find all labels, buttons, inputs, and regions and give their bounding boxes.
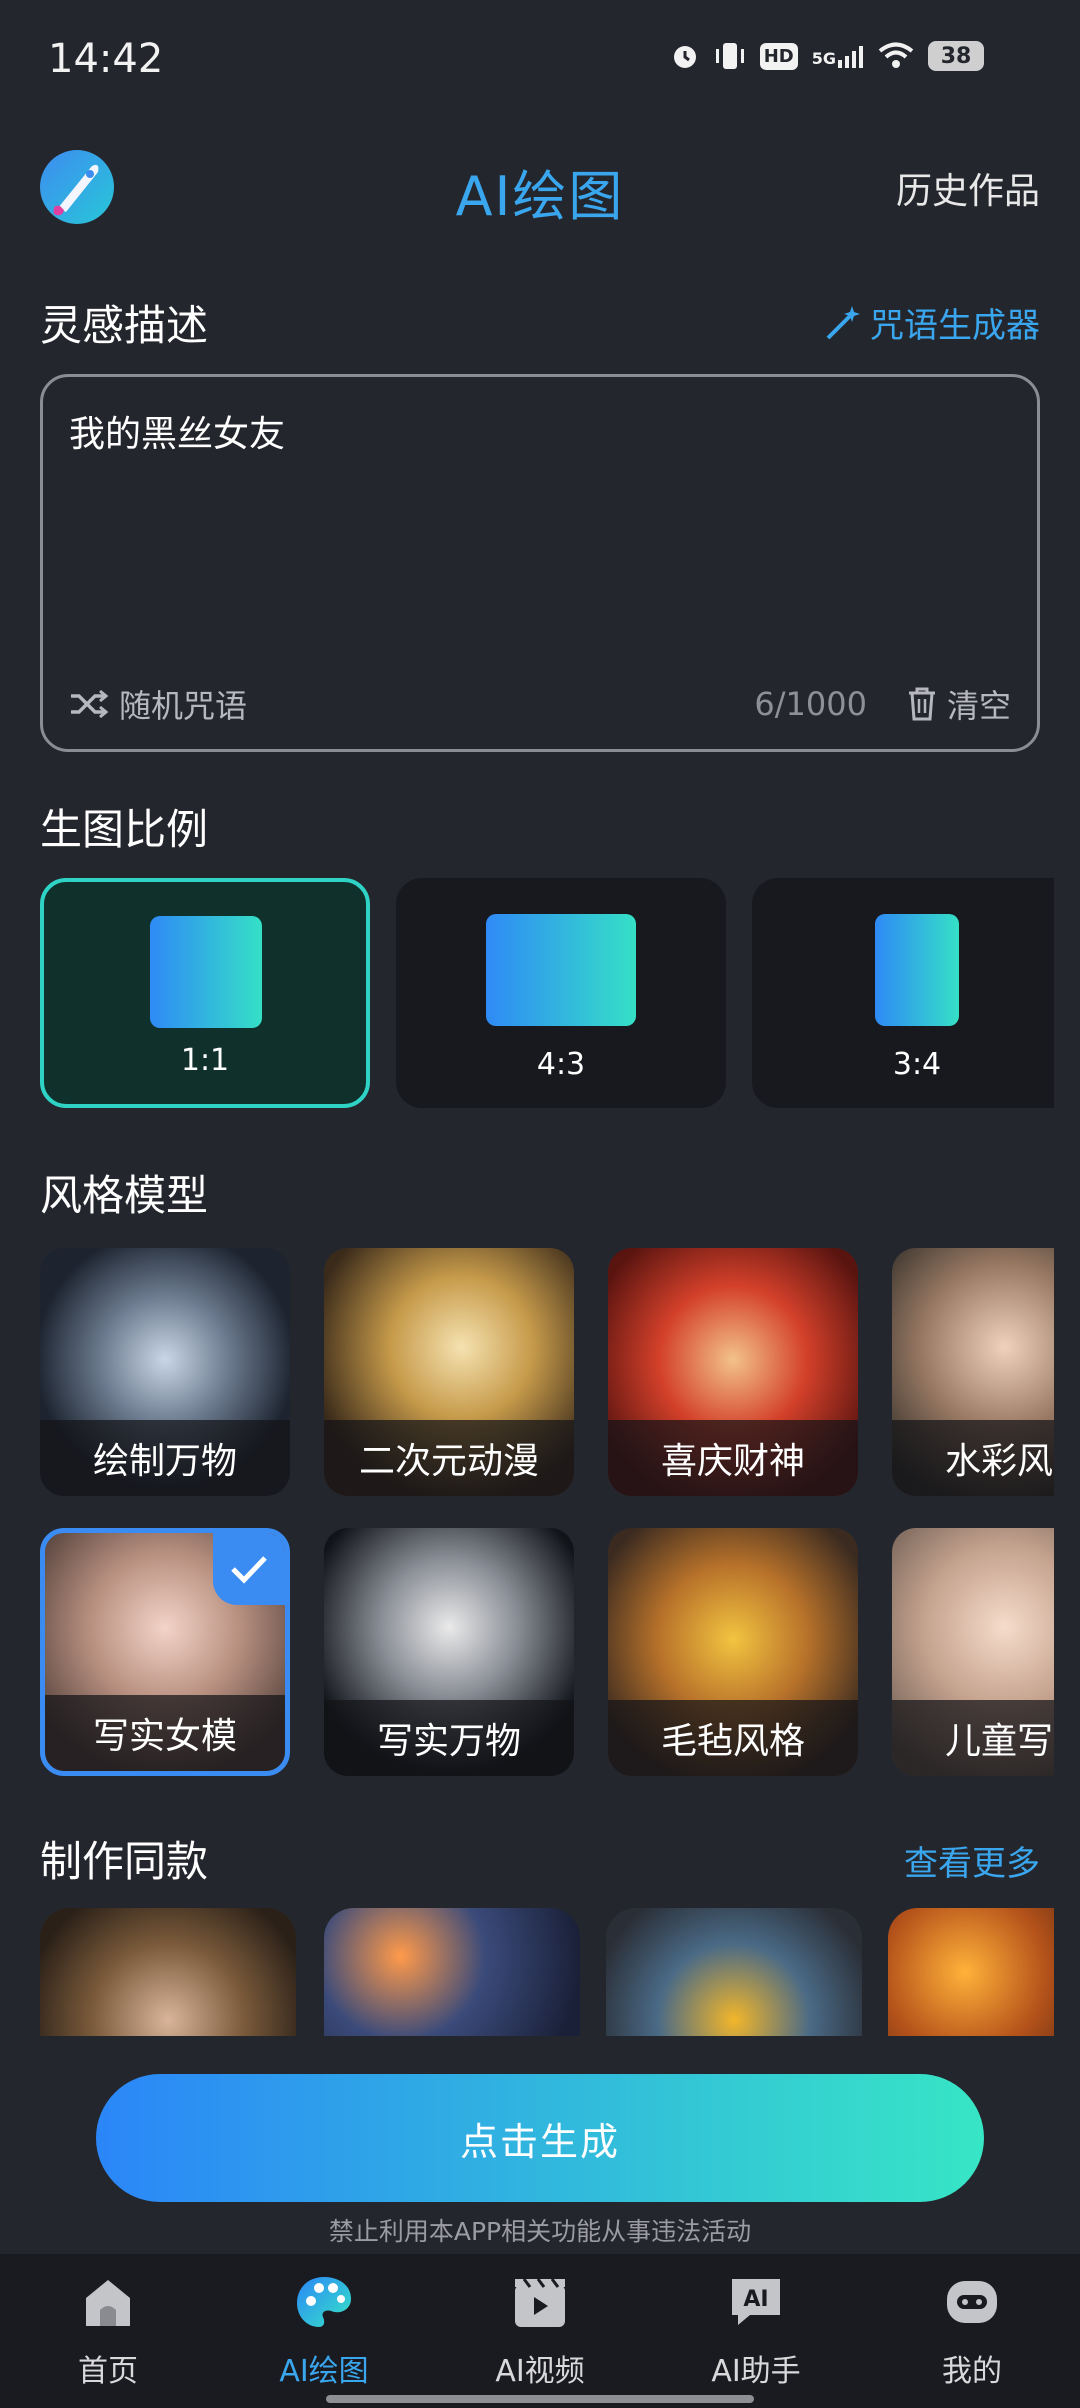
magic-wand-icon <box>826 305 860 339</box>
style-caption: 毛毡风格 <box>608 1700 858 1776</box>
style-tile-draw-everything[interactable]: 绘制万物 <box>40 1248 290 1496</box>
legal-disclaimer: 禁止利用本APP相关功能从事违法活动 <box>328 2217 752 2246</box>
prompt-text[interactable]: 我的黑丝女友 <box>69 405 285 457</box>
style-caption: 喜庆财神 <box>608 1420 858 1496</box>
nav-item-home[interactable]: 首页 <box>0 2272 216 2390</box>
ratio-preview-landscape <box>486 914 636 1026</box>
style-caption: 水彩风格 <box>892 1420 1054 1496</box>
view-more-label: 查看更多 <box>904 1844 1040 1884</box>
spell-generator-label: 咒语生成器 <box>870 306 1040 346</box>
nav-item-ai-assistant[interactable]: AI AI助手 <box>648 2272 864 2390</box>
nav-item-mine[interactable]: 我的 <box>864 2272 1080 2390</box>
styles-title: 风格模型 <box>40 1171 209 1220</box>
prompt-footer: 随机咒语 6/1000 清空 <box>69 681 1011 727</box>
style-caption: 写实万物 <box>324 1700 574 1776</box>
nav-label: 首页 <box>78 2354 138 2389</box>
network-type: 5G <box>812 44 864 68</box>
hd-badge: HD <box>759 42 798 70</box>
spell-generator-link[interactable]: 咒语生成器 <box>824 298 1040 347</box>
nav-label: AI助手 <box>711 2354 801 2389</box>
ratio-label: 4:3 <box>536 1047 586 1082</box>
same-style-gallery <box>40 1908 1054 2036</box>
history-works-link[interactable]: 历史作品 <box>896 162 1040 214</box>
ratio-option-4-3[interactable]: 4:3 <box>396 878 726 1108</box>
home-icon <box>78 2272 138 2332</box>
generate-button[interactable]: 点击生成 <box>96 2074 984 2202</box>
trash-icon <box>908 687 935 721</box>
nav-item-ai-video[interactable]: AI视频 <box>432 2272 648 2390</box>
ratio-option-1-1[interactable]: 1:1 <box>40 878 370 1108</box>
wifi-icon <box>878 42 914 68</box>
status-icons: HD 5G 38 <box>670 40 984 72</box>
selected-check <box>213 1533 285 1605</box>
nav-label: AI视频 <box>495 2354 585 2389</box>
style-tile-watercolor[interactable]: 水彩风格 <box>892 1248 1054 1496</box>
view-more-link[interactable]: 查看更多 <box>904 1836 1040 1885</box>
same-style-thumbnail[interactable] <box>40 1908 296 2036</box>
ratio-title: 生图比例 <box>40 805 209 854</box>
style-caption: 绘制万物 <box>40 1420 290 1496</box>
same-style-title: 制作同款 <box>40 1837 209 1886</box>
style-model-grid: 绘制万物 二次元动漫 喜庆财神 水彩风格 写实女模 写实万物 毛毡风格 儿童写真 <box>40 1248 1054 1788</box>
home-indicator[interactable] <box>326 2395 754 2403</box>
palette-icon <box>294 2272 354 2332</box>
same-style-thumbnail[interactable] <box>324 1908 580 2036</box>
svg-text:AI: AI <box>743 2287 768 2312</box>
signal-icon <box>838 46 863 68</box>
same-style-thumbnail[interactable] <box>888 1908 1054 2036</box>
clear-label: 清空 <box>946 687 1011 725</box>
random-spell-button[interactable]: 随机咒语 <box>69 681 247 727</box>
vibrate-icon <box>715 43 744 69</box>
ratio-preview-square <box>150 916 262 1028</box>
assistant-icon: AI <box>726 2272 786 2332</box>
status-time: 14:42 <box>48 36 164 82</box>
style-caption: 写实女模 <box>45 1695 285 1771</box>
style-tile-festive-god[interactable]: 喜庆财神 <box>608 1248 858 1496</box>
prompt-input[interactable]: 我的黑丝女友 随机咒语 6/1000 清空 <box>40 374 1040 752</box>
style-tile-kids-portrait[interactable]: 儿童写真 <box>892 1528 1054 1776</box>
ratio-preview-portrait <box>875 914 959 1026</box>
random-spell-label: 随机咒语 <box>119 687 248 725</box>
ratio-label: 1:1 <box>180 1043 230 1078</box>
nav-label: 我的 <box>942 2354 1002 2389</box>
style-tile-realistic-model[interactable]: 写实女模 <box>40 1528 290 1776</box>
nav-item-ai-drawing[interactable]: AI绘图 <box>216 2272 432 2390</box>
clear-button[interactable]: 清空 <box>907 681 1011 727</box>
inspiration-title: 灵感描述 <box>40 301 209 350</box>
same-style-thumbnail[interactable] <box>606 1908 862 2036</box>
style-tile-anime[interactable]: 二次元动漫 <box>324 1248 574 1496</box>
char-count: 6/1000 <box>754 685 867 723</box>
robot-icon <box>942 2272 1002 2332</box>
alarm-icon <box>673 46 696 68</box>
style-caption: 儿童写真 <box>892 1700 1054 1776</box>
video-icon <box>510 2272 570 2332</box>
nav-label: AI绘图 <box>279 2354 369 2389</box>
ratio-options: 1:1 4:3 3:4 <box>40 878 1054 1108</box>
checkmark-icon <box>231 1556 267 1584</box>
bottom-navigation: 首页 AI绘图 AI视频 AI AI助手 我的 <box>0 2254 1080 2408</box>
style-caption: 二次元动漫 <box>324 1420 574 1496</box>
style-tile-felt[interactable]: 毛毡风格 <box>608 1528 858 1776</box>
ratio-label: 3:4 <box>892 1047 942 1082</box>
ratio-option-3-4[interactable]: 3:4 <box>752 878 1054 1108</box>
battery-indicator: 38 <box>928 41 984 71</box>
shuffle-icon <box>71 689 109 719</box>
style-tile-realistic-everything[interactable]: 写实万物 <box>324 1528 574 1776</box>
